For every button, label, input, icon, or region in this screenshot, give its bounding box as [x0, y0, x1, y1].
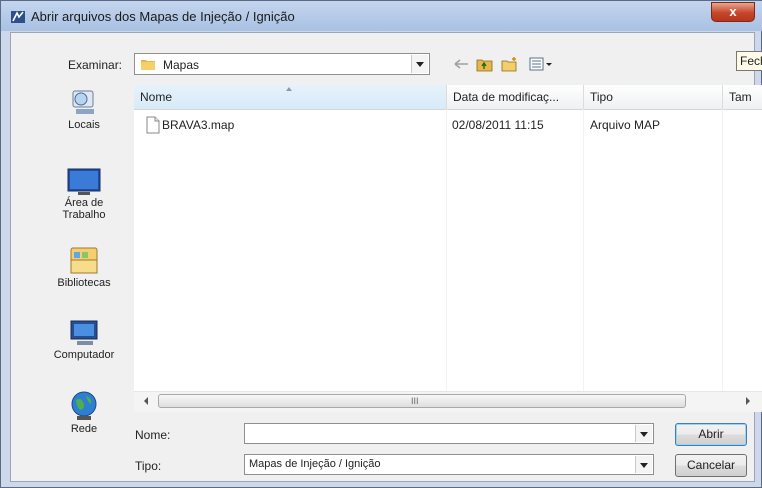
- column-divider: [722, 109, 723, 391]
- place-label: Rede: [70, 423, 98, 435]
- open-file-dialog: Abrir arquivos dos Mapas de Injeção / Ig…: [0, 0, 762, 488]
- column-header-type[interactable]: Tipo: [583, 85, 722, 109]
- new-folder-icon[interactable]: [501, 56, 519, 72]
- open-button[interactable]: Abrir: [675, 423, 747, 446]
- chevron-down-icon[interactable]: [411, 55, 428, 73]
- folder-icon: [141, 60, 155, 70]
- place-libraries[interactable]: Bibliotecas: [39, 243, 129, 289]
- place-label: Computador: [53, 349, 115, 361]
- scrollbar-grip: III: [411, 396, 419, 406]
- file-icon: [146, 116, 160, 134]
- look-in-label: Examinar:: [68, 58, 123, 72]
- file-list[interactable]: Nome Data de modificaç... Tipo Tam BRAVA…: [134, 85, 762, 412]
- up-folder-icon[interactable]: [476, 56, 494, 72]
- tooltip-fragment: Fech: [736, 51, 762, 71]
- file-name-input[interactable]: [244, 423, 654, 444]
- libraries-icon: [70, 247, 98, 274]
- scroll-right-icon[interactable]: [746, 397, 750, 405]
- network-globe-icon: [71, 391, 97, 420]
- column-divider: [583, 109, 584, 391]
- scrollbar-thumb[interactable]: III: [158, 394, 686, 408]
- place-label: Bibliotecas: [57, 277, 111, 289]
- place-label: Locais: [68, 119, 100, 131]
- place-network[interactable]: Rede: [39, 389, 129, 435]
- place-locais[interactable]: Locais: [39, 85, 129, 131]
- file-row[interactable]: BRAVA3.map 02/08/2011 11:15 Arquivo MAP: [134, 116, 762, 136]
- file-type: Arquivo MAP: [590, 118, 661, 132]
- scroll-left-icon[interactable]: [144, 397, 148, 405]
- app-icon: [11, 11, 25, 23]
- close-button[interactable]: x: [711, 2, 755, 22]
- window-title: Abrir arquivos dos Mapas de Injeção / Ig…: [31, 9, 295, 24]
- sort-ascending-icon: [286, 87, 292, 91]
- places-bar: Locais Área de Trabalho Bibliotecas Comp…: [39, 85, 129, 465]
- recent-places-icon: [72, 90, 94, 114]
- file-name-label: Nome:: [135, 428, 171, 442]
- place-computer[interactable]: Computador: [39, 315, 129, 361]
- file-type-select[interactable]: Mapas de Injeção / Ignição: [244, 454, 654, 475]
- chevron-down-icon[interactable]: [635, 425, 652, 442]
- file-type-label: Tipo:: [135, 459, 162, 473]
- file-name: BRAVA3.map: [162, 118, 235, 132]
- title-bar[interactable]: Abrir arquivos dos Mapas de Injeção / Ig…: [1, 1, 762, 31]
- chevron-down-icon[interactable]: [635, 456, 652, 473]
- back-icon[interactable]: [453, 56, 471, 72]
- column-header: Nome Data de modificaç... Tipo Tam: [134, 85, 762, 110]
- desktop-icon: [67, 168, 101, 195]
- place-desktop[interactable]: Área de Trabalho: [39, 167, 129, 221]
- column-header-date[interactable]: Data de modificaç...: [446, 85, 583, 109]
- file-date: 02/08/2011 11:15: [452, 118, 544, 132]
- column-header-size[interactable]: Tam: [722, 85, 762, 109]
- cancel-button[interactable]: Cancelar: [675, 454, 747, 477]
- look-in-value: Mapas: [163, 58, 200, 72]
- place-label: Área de Trabalho: [62, 197, 106, 221]
- computer-icon: [70, 320, 98, 345]
- look-in-dropdown[interactable]: Mapas: [134, 53, 430, 75]
- horizontal-scrollbar[interactable]: III: [134, 391, 762, 412]
- view-menu-icon[interactable]: [529, 56, 553, 72]
- column-divider: [446, 109, 447, 391]
- file-type-value: Mapas de Injeção / Ignição: [249, 458, 381, 470]
